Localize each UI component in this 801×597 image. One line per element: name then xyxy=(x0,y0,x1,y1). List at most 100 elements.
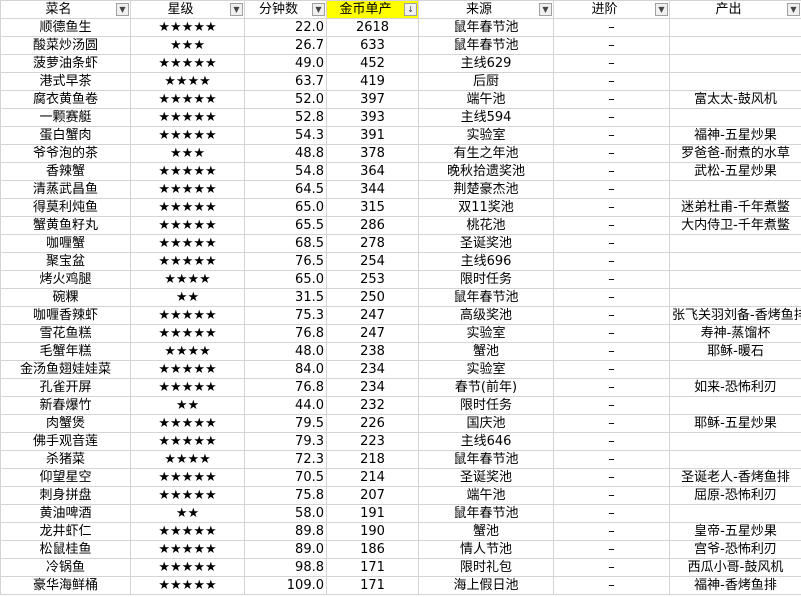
advance-cell[interactable]: – xyxy=(553,108,670,127)
column-header-source[interactable]: 来源 ▼ xyxy=(418,0,554,19)
column-header-advance[interactable]: 进阶 ▼ xyxy=(553,0,670,19)
table-row[interactable]: 蛋白蟹肉 ★★★★★ 54.3 391 实验室 – 福神-五星炒果 xyxy=(0,126,801,145)
source-cell[interactable]: 晚秋拾遗奖池 xyxy=(418,162,554,181)
source-cell[interactable]: 实验室 xyxy=(418,360,554,379)
source-cell[interactable]: 情人节池 xyxy=(418,540,554,559)
output-cell[interactable] xyxy=(669,450,801,469)
filter-dropdown-icon[interactable]: ▼ xyxy=(787,3,800,16)
source-cell[interactable]: 高级奖池 xyxy=(418,306,554,325)
source-cell[interactable]: 后厨 xyxy=(418,72,554,91)
minutes-cell[interactable]: 48.0 xyxy=(244,342,327,361)
star-rating-cell[interactable]: ★★★★★ xyxy=(130,198,245,217)
advance-cell[interactable]: – xyxy=(553,36,670,55)
star-rating-cell[interactable]: ★★★★★ xyxy=(130,414,245,433)
dish-name-cell[interactable]: 仰望星空 xyxy=(0,468,131,487)
minutes-cell[interactable]: 72.3 xyxy=(244,450,327,469)
dish-name-cell[interactable]: 蛋白蟹肉 xyxy=(0,126,131,145)
sort-descending-filter-icon[interactable]: ↓ xyxy=(404,3,417,16)
advance-cell[interactable]: – xyxy=(553,540,670,559)
star-rating-cell[interactable]: ★★ xyxy=(130,396,245,415)
gold-per-unit-cell[interactable]: 633 xyxy=(326,36,419,55)
minutes-cell[interactable]: 58.0 xyxy=(244,504,327,523)
output-cell[interactable] xyxy=(669,18,801,37)
filter-dropdown-icon[interactable]: ▼ xyxy=(655,3,668,16)
star-rating-cell[interactable]: ★★★★★ xyxy=(130,162,245,181)
minutes-cell[interactable]: 98.8 xyxy=(244,558,327,577)
star-rating-cell[interactable]: ★★★★★ xyxy=(130,558,245,577)
source-cell[interactable]: 鼠年春节池 xyxy=(418,504,554,523)
gold-per-unit-cell[interactable]: 315 xyxy=(326,198,419,217)
minutes-cell[interactable]: 76.5 xyxy=(244,252,327,271)
output-cell[interactable]: 大内侍卫-千年煮鳖 xyxy=(669,216,801,235)
star-rating-cell[interactable]: ★★★★★ xyxy=(130,486,245,505)
table-row[interactable]: 菠萝油条虾 ★★★★★ 49.0 452 主线629– xyxy=(0,54,801,73)
gold-per-unit-cell[interactable]: 393 xyxy=(326,108,419,127)
star-rating-cell[interactable]: ★★★★★ xyxy=(130,522,245,541)
advance-cell[interactable]: – xyxy=(553,270,670,289)
filter-dropdown-icon[interactable]: ▼ xyxy=(312,3,325,16)
star-rating-cell[interactable]: ★★ xyxy=(130,504,245,523)
star-rating-cell[interactable]: ★★★★ xyxy=(130,450,245,469)
output-cell[interactable]: 张飞关羽刘备-香烤鱼排 xyxy=(669,306,801,325)
column-header-gold-per-unit[interactable]: 金币单产 ↓ xyxy=(326,0,419,19)
table-row[interactable]: 一颗赛艇 ★★★★★ 52.8 393 主线594– xyxy=(0,108,801,127)
advance-cell[interactable]: – xyxy=(553,576,670,595)
table-row[interactable]: 刺身拼盘 ★★★★★ 75.8 207 端午池 – 屈原-恐怖利刃 xyxy=(0,486,801,505)
source-cell[interactable]: 双11奖池 xyxy=(418,198,554,217)
minutes-cell[interactable]: 70.5 xyxy=(244,468,327,487)
table-row[interactable]: 新春爆竹 ★★ 44.0 232 限时任务 – xyxy=(0,396,801,415)
table-row[interactable]: 清蒸武昌鱼 ★★★★★ 64.5 344 荆楚豪杰池 – xyxy=(0,180,801,199)
gold-per-unit-cell[interactable]: 238 xyxy=(326,342,419,361)
source-cell[interactable]: 圣诞奖池 xyxy=(418,468,554,487)
output-cell[interactable] xyxy=(669,288,801,307)
advance-cell[interactable]: – xyxy=(553,306,670,325)
dish-name-cell[interactable]: 龙井虾仁 xyxy=(0,522,131,541)
gold-per-unit-cell[interactable]: 191 xyxy=(326,504,419,523)
gold-per-unit-cell[interactable]: 344 xyxy=(326,180,419,199)
star-rating-cell[interactable]: ★★★★★ xyxy=(130,432,245,451)
table-row[interactable]: 顺德鱼生 ★★★★★ 22.0 2618 鼠年春节池 – xyxy=(0,18,801,37)
table-row[interactable]: 龙井虾仁 ★★★★★ 89.8 190 蟹池 – 皇帝-五星炒果 xyxy=(0,522,801,541)
table-row[interactable]: 得莫利炖鱼 ★★★★★ 65.0 315 双11奖池 – 迷弟杜甫-千年煮鳖 xyxy=(0,198,801,217)
minutes-cell[interactable]: 52.8 xyxy=(244,108,327,127)
source-cell[interactable]: 春节(前年) xyxy=(418,378,554,397)
dish-name-cell[interactable]: 菠萝油条虾 xyxy=(0,54,131,73)
star-rating-cell[interactable]: ★★ xyxy=(130,288,245,307)
star-rating-cell[interactable]: ★★★★★ xyxy=(130,252,245,271)
dish-name-cell[interactable]: 聚宝盆 xyxy=(0,252,131,271)
output-cell[interactable]: 福神-香烤鱼排 xyxy=(669,576,801,595)
table-row[interactable]: 蟹黄鱼籽丸 ★★★★★ 65.5 286 桃花池 – 大内侍卫-千年煮鳖 xyxy=(0,216,801,235)
source-cell[interactable]: 实验室 xyxy=(418,126,554,145)
dish-name-cell[interactable]: 腐衣黄鱼卷 xyxy=(0,90,131,109)
advance-cell[interactable]: – xyxy=(553,486,670,505)
advance-cell[interactable]: – xyxy=(553,72,670,91)
output-cell[interactable] xyxy=(669,270,801,289)
gold-per-unit-cell[interactable]: 250 xyxy=(326,288,419,307)
dish-name-cell[interactable]: 冷锅鱼 xyxy=(0,558,131,577)
source-cell[interactable]: 主线594 xyxy=(418,108,554,127)
gold-per-unit-cell[interactable]: 2618 xyxy=(326,18,419,37)
output-cell[interactable] xyxy=(669,504,801,523)
minutes-cell[interactable]: 49.0 xyxy=(244,54,327,73)
dish-name-cell[interactable]: 爷爷泡的茶 xyxy=(0,144,131,163)
output-cell[interactable] xyxy=(669,72,801,91)
source-cell[interactable]: 实验室 xyxy=(418,324,554,343)
advance-cell[interactable]: – xyxy=(553,144,670,163)
table-row[interactable]: 酸菜炒汤圆 ★★★ 26.7 633 鼠年春节池 – xyxy=(0,36,801,55)
star-rating-cell[interactable]: ★★★★★ xyxy=(130,108,245,127)
minutes-cell[interactable]: 48.8 xyxy=(244,144,327,163)
column-header-dish-name[interactable]: 菜名 ▼ xyxy=(0,0,131,19)
gold-per-unit-cell[interactable]: 171 xyxy=(326,576,419,595)
gold-per-unit-cell[interactable]: 223 xyxy=(326,432,419,451)
dish-name-cell[interactable]: 杀猪菜 xyxy=(0,450,131,469)
gold-per-unit-cell[interactable]: 186 xyxy=(326,540,419,559)
output-cell[interactable]: 如来-恐怖利刃 xyxy=(669,378,801,397)
dish-name-cell[interactable]: 雪花鱼糕 xyxy=(0,324,131,343)
source-cell[interactable]: 鼠年春节池 xyxy=(418,450,554,469)
dish-name-cell[interactable]: 黄油啤酒 xyxy=(0,504,131,523)
advance-cell[interactable]: – xyxy=(553,18,670,37)
dish-name-cell[interactable]: 烤火鸡腿 xyxy=(0,270,131,289)
star-rating-cell[interactable]: ★★★★★ xyxy=(130,360,245,379)
minutes-cell[interactable]: 84.0 xyxy=(244,360,327,379)
table-row[interactable]: 腐衣黄鱼卷 ★★★★★ 52.0 397 端午池 – 富太太-鼓风机 xyxy=(0,90,801,109)
